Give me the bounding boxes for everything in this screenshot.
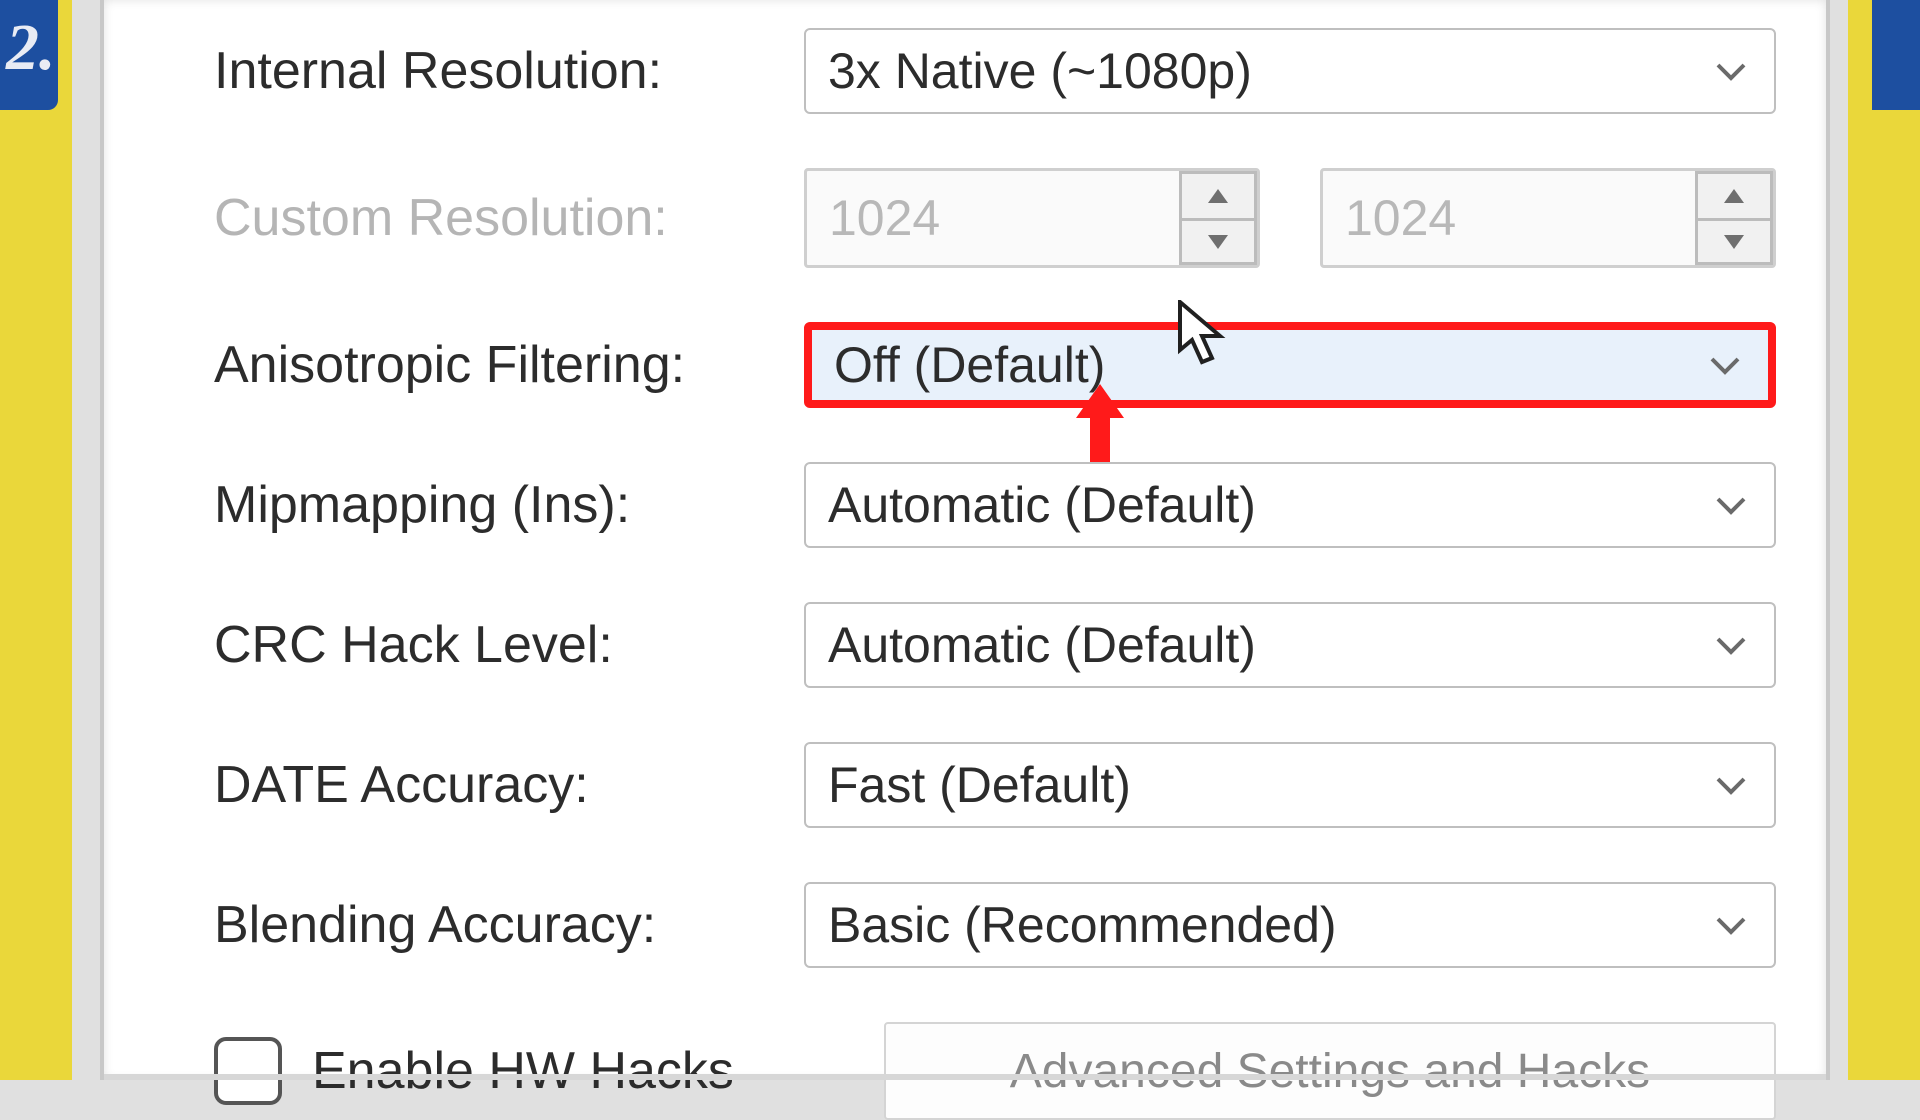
date-accuracy-label: DATE Accuracy: — [214, 755, 804, 815]
date-accuracy-dropdown[interactable]: Fast (Default) — [804, 742, 1776, 828]
custom-width-value: 1024 — [807, 189, 940, 247]
spin-down-icon — [1695, 218, 1773, 265]
chevron-down-icon — [1714, 896, 1748, 954]
crc-hack-label: CRC Hack Level: — [214, 615, 804, 675]
anisotropic-row: Anisotropic Filtering: Off (Default) — [214, 322, 1776, 408]
mipmapping-dropdown[interactable]: Automatic (Default) — [804, 462, 1776, 548]
custom-resolution-pair: 1024 1024 — [804, 168, 1776, 268]
chevron-down-icon — [1714, 42, 1748, 100]
crc-hack-dropdown[interactable]: Automatic (Default) — [804, 602, 1776, 688]
date-accuracy-row: DATE Accuracy: Fast (Default) — [214, 742, 1776, 828]
spin-down-icon — [1179, 218, 1257, 265]
window-frame-right — [1848, 0, 1920, 1080]
blending-row: Blending Accuracy: Basic (Recommended) — [214, 882, 1776, 968]
crc-hack-value: Automatic (Default) — [828, 616, 1256, 674]
hw-hacks-label: Enable HW Hacks — [312, 1041, 734, 1101]
hardware-settings-panel: Internal Resolution: 3x Native (~1080p) … — [100, 0, 1830, 1080]
internal-resolution-value: 3x Native (~1080p) — [828, 42, 1252, 100]
internal-resolution-row: Internal Resolution: 3x Native (~1080p) — [214, 28, 1776, 114]
blending-value: Basic (Recommended) — [828, 896, 1337, 954]
chevron-down-icon — [1708, 336, 1742, 394]
custom-width-spinbox: 1024 — [804, 168, 1260, 268]
custom-resolution-row: Custom Resolution: 1024 1024 — [214, 168, 1776, 268]
spin-up-icon — [1695, 171, 1773, 218]
mipmapping-value: Automatic (Default) — [828, 476, 1256, 534]
anisotropic-value: Off (Default) — [834, 336, 1105, 394]
mipmapping-label: Mipmapping (Ins): — [214, 475, 804, 535]
hw-hacks-checkbox[interactable] — [214, 1037, 282, 1105]
date-accuracy-value: Fast (Default) — [828, 756, 1131, 814]
chevron-down-icon — [1714, 616, 1748, 674]
cursor-icon — [1178, 300, 1230, 375]
internal-resolution-label: Internal Resolution: — [214, 41, 804, 101]
blending-dropdown[interactable]: Basic (Recommended) — [804, 882, 1776, 968]
internal-resolution-dropdown[interactable]: 3x Native (~1080p) — [804, 28, 1776, 114]
step-badge: 2. — [0, 10, 56, 86]
crc-hack-row: CRC Hack Level: Automatic (Default) — [214, 602, 1776, 688]
chevron-down-icon — [1714, 476, 1748, 534]
custom-height-spinbox: 1024 — [1320, 168, 1776, 268]
window-frame-left: 2. — [0, 0, 72, 1080]
mipmapping-row: Mipmapping (Ins): Automatic (Default) — [214, 462, 1776, 548]
annotation-arrow-icon — [1070, 384, 1130, 469]
chevron-down-icon — [1714, 756, 1748, 814]
blending-label: Blending Accuracy: — [214, 895, 804, 955]
hw-hacks-row: Enable HW Hacks Advanced Settings and Ha… — [214, 1022, 1776, 1120]
custom-height-value: 1024 — [1323, 189, 1456, 247]
anisotropic-label: Anisotropic Filtering: — [214, 335, 804, 395]
anisotropic-dropdown[interactable]: Off (Default) — [804, 322, 1776, 408]
spin-up-icon — [1179, 171, 1257, 218]
advanced-settings-button: Advanced Settings and Hacks — [884, 1022, 1776, 1120]
custom-resolution-label: Custom Resolution: — [214, 188, 804, 248]
